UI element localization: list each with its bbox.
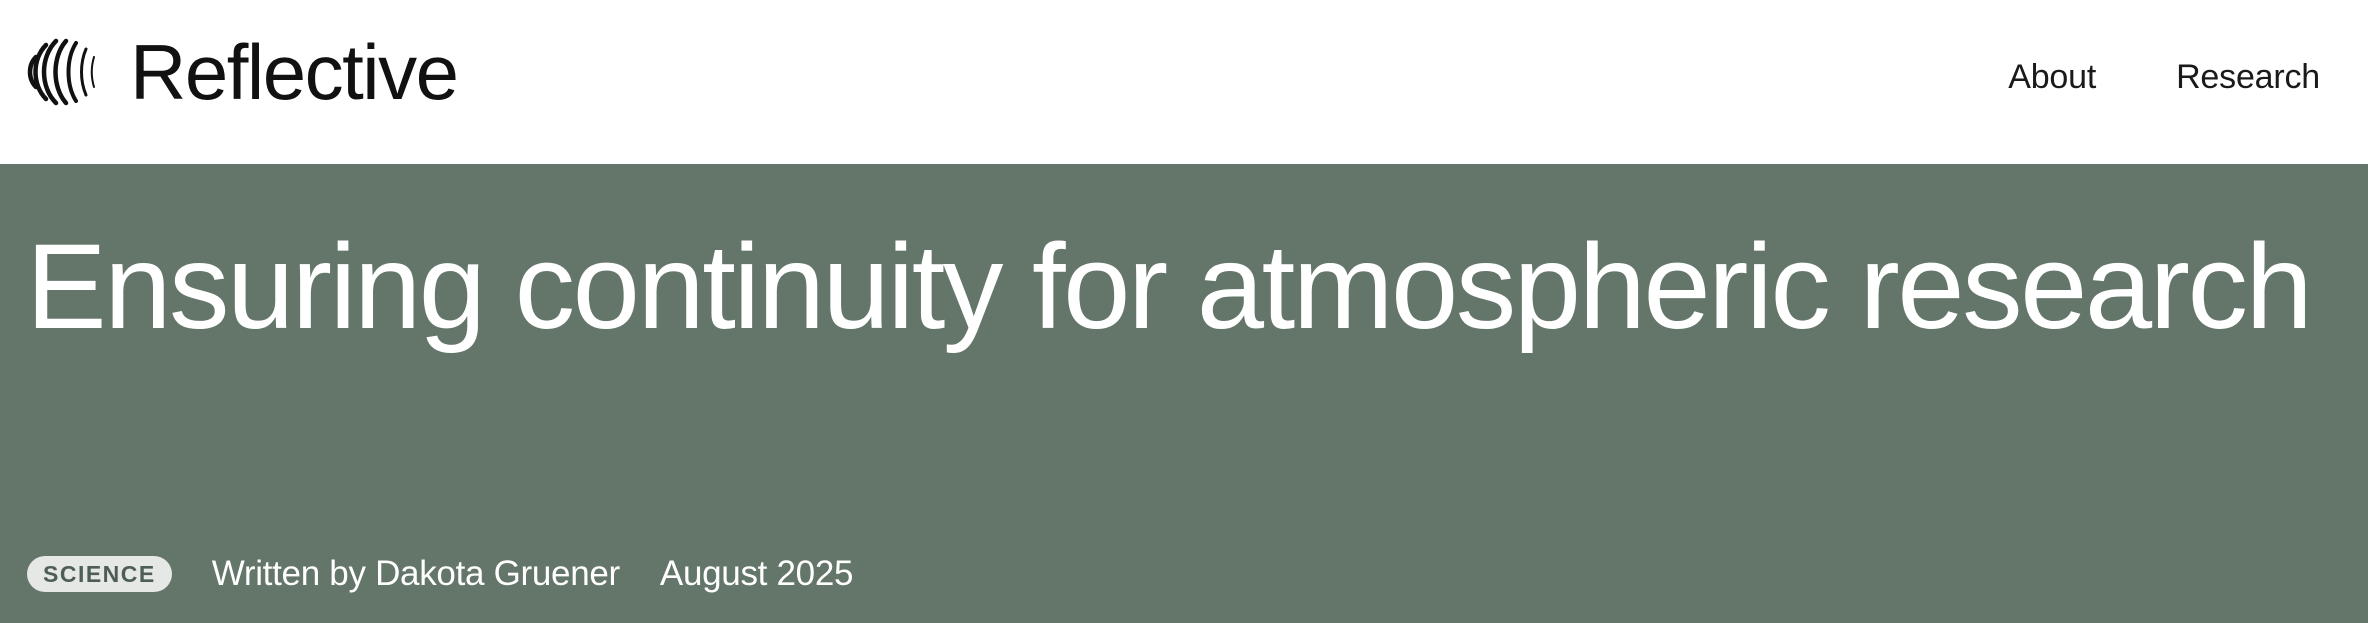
main-nav: About Research xyxy=(2008,52,2320,102)
reflective-logo-icon xyxy=(27,38,95,106)
author-byline: Written by Dakota Gruener xyxy=(211,554,620,593)
nav-link-research[interactable]: Research xyxy=(2176,52,2320,102)
brand-name: Reflective xyxy=(130,28,459,116)
publish-date: August 2025 xyxy=(659,554,854,593)
brand-home-link[interactable]: Reflective xyxy=(26,28,459,116)
nav-link-about[interactable]: About xyxy=(2008,52,2096,102)
article-meta: SCIENCE Written by Dakota Gruener August… xyxy=(27,554,853,594)
article-title: Ensuring continuity for atmospheric rese… xyxy=(26,218,2313,354)
site-header: Reflective About Research xyxy=(0,0,2368,164)
category-tag[interactable]: SCIENCE xyxy=(27,556,172,592)
